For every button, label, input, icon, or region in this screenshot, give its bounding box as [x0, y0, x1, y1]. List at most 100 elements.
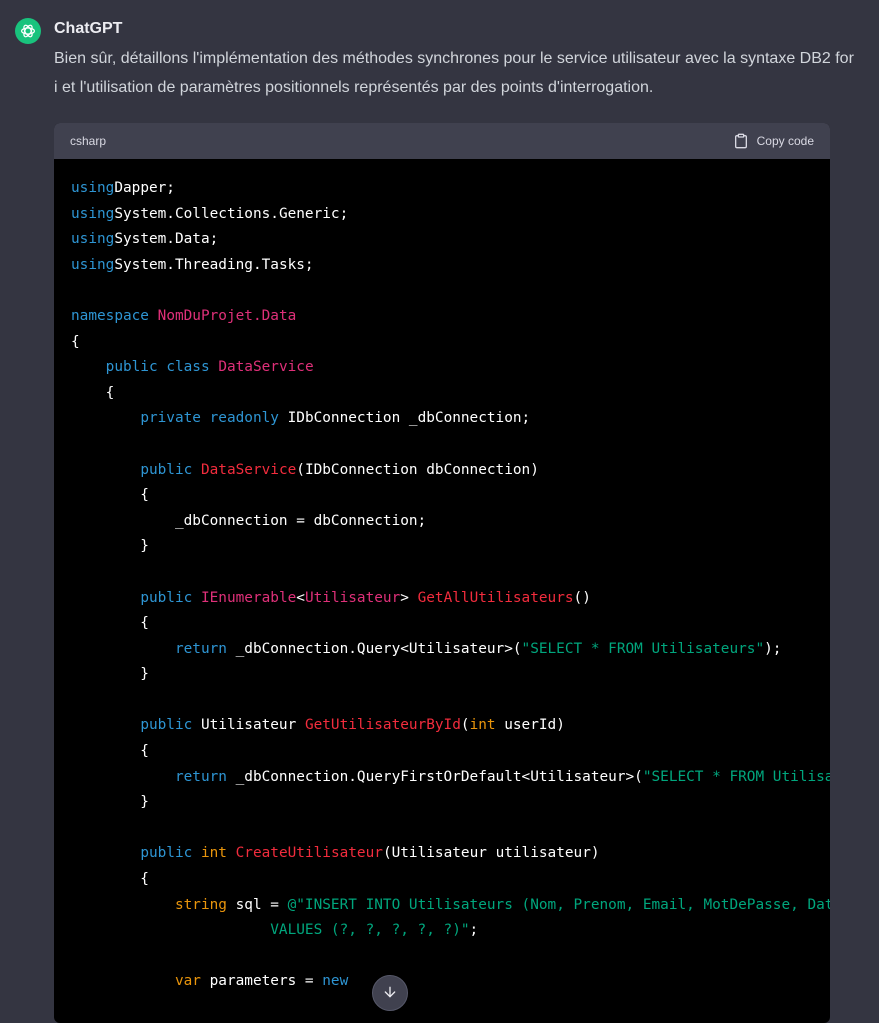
- code-token: return: [174, 768, 227, 785]
- code-token: }: [71, 666, 149, 683]
- code-token: namespace: [71, 307, 149, 324]
- code-language-label: csharp: [70, 134, 107, 148]
- code-token: sql =: [226, 896, 288, 913]
- code-token: DataService: [200, 461, 297, 478]
- code-line: namespace NomDuProjet.Data: [71, 304, 830, 330]
- code-line: VALUES (?, ?, ?, ?, ?)";: [71, 918, 830, 944]
- code-line: string sql = @"INSERT INTO Utilisateurs …: [71, 893, 830, 919]
- code-line: {: [71, 381, 830, 407]
- code-line: usingDapper;: [71, 176, 830, 202]
- code-token: string: [174, 896, 227, 913]
- code-token: public: [105, 359, 158, 376]
- code-token: {: [71, 333, 80, 350]
- code-line: {: [71, 739, 830, 765]
- code-token: using: [71, 231, 115, 248]
- code-token: _dbConnection.QueryFirstOrDefault<Utilis…: [226, 768, 643, 785]
- code-token: (: [460, 717, 470, 734]
- code-token: Utilisateur: [304, 589, 401, 606]
- code-token: _dbConnection.Query<Utilisateur>(: [226, 640, 522, 657]
- code-line: {: [71, 611, 830, 637]
- code-token: IEnumerable: [200, 589, 297, 606]
- code-token: int: [469, 717, 496, 734]
- message-author: ChatGPT: [54, 20, 123, 37]
- code-token: >: [400, 589, 418, 606]
- code-token: }: [71, 794, 149, 811]
- scroll-to-bottom-button[interactable]: [372, 975, 408, 1011]
- code-line: }: [71, 790, 830, 816]
- code-token: "SELECT * FROM Utilisateurs": [521, 640, 765, 657]
- code-token: (Utilisateur utilisateur): [382, 845, 600, 862]
- code-line: public int CreateUtilisateur(Utilisateur…: [71, 841, 830, 867]
- openai-logo-icon: [21, 24, 35, 38]
- clipboard-icon: [734, 133, 747, 149]
- code-token: {: [71, 743, 149, 760]
- code-token: {: [71, 871, 149, 888]
- code-line: public DataService(IDbConnection dbConne…: [71, 458, 830, 484]
- code-token: }: [71, 538, 149, 555]
- code-token: using: [71, 180, 115, 196]
- code-token: IDbConnection _dbConnection;: [278, 410, 531, 427]
- chatgpt-avatar: [15, 18, 41, 44]
- code-token: (): [573, 589, 591, 606]
- code-token: public: [140, 589, 193, 606]
- code-block: csharp Copy code usingDapper; usingSystem…: [54, 123, 830, 1023]
- code-token: DataService: [218, 359, 314, 376]
- code-token: <: [296, 589, 305, 606]
- code-token: CreateUtilisateur: [235, 845, 383, 862]
- code-token: userId): [495, 717, 565, 734]
- code-token: System.Threading.Tasks;: [114, 256, 314, 273]
- code-line: return _dbConnection.QueryFirstOrDefault…: [71, 765, 830, 791]
- code-line: public Utilisateur GetUtilisateurById(in…: [71, 713, 830, 739]
- code-line: var parameters = new: [71, 969, 830, 995]
- copy-code-button[interactable]: Copy code: [733, 133, 814, 149]
- code-token: readonly: [209, 410, 279, 427]
- code-token: public: [140, 461, 193, 478]
- code-line: usingSystem.Data;: [71, 227, 830, 253]
- code-token: System.Data;: [114, 231, 219, 248]
- arrow-down-icon: [384, 986, 396, 998]
- code-token: private: [140, 410, 201, 427]
- code-line: public class DataService: [71, 355, 830, 381]
- code-token: (IDbConnection dbConnection): [296, 461, 539, 478]
- code-line: {: [71, 867, 830, 893]
- code-token: public: [140, 845, 193, 862]
- code-token: @"INSERT INTO Utilisateurs (Nom, Prenom,…: [287, 896, 830, 913]
- code-line: usingSystem.Collections.Generic;: [71, 202, 830, 228]
- code-line: usingSystem.Threading.Tasks;: [71, 253, 830, 279]
- code-token: Utilisateur: [192, 717, 305, 734]
- code-token: NomDuProjet.Data: [157, 307, 297, 324]
- copy-code-label: Copy code: [756, 134, 814, 148]
- code-token: using: [71, 205, 115, 222]
- code-line: _dbConnection = dbConnection;: [71, 509, 830, 535]
- code-token: System.Collections.Generic;: [114, 205, 349, 222]
- code-token: public: [140, 717, 193, 734]
- code-token: "SELECT * FROM Utilisateurs WHERE Id = ?…: [642, 768, 830, 785]
- code-token: using: [71, 256, 115, 273]
- code-token: class: [166, 359, 210, 376]
- code-line: return _dbConnection.Query<Utilisateur>(…: [71, 637, 830, 663]
- code-token: _dbConnection = dbConnection;: [71, 512, 427, 529]
- code-content: usingDapper; usingSystem.Collections.Gene…: [54, 159, 830, 995]
- code-token: VALUES (?, ?, ?, ?, ?)": [71, 922, 470, 939]
- message-intro-text: Bien sûr, détaillons l'implémentation de…: [54, 50, 854, 96]
- code-token: GetUtilisateurById: [304, 717, 461, 734]
- code-line: {: [71, 483, 830, 509]
